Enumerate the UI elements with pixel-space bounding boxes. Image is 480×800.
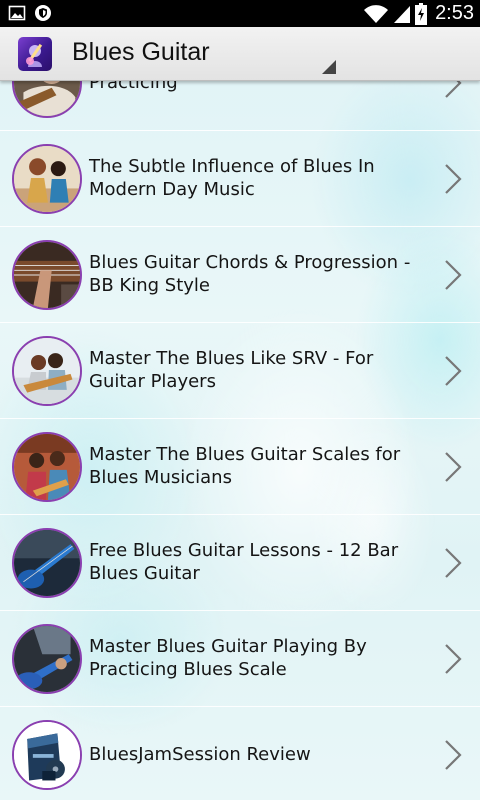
shield-icon xyxy=(35,5,51,21)
image-icon xyxy=(8,5,26,21)
list-item[interactable]: Blues Guitar Chords & Progression - BB K… xyxy=(0,227,480,323)
chevron-right-icon xyxy=(444,163,462,195)
action-bar: Blues Guitar xyxy=(0,27,480,81)
guitar-neck-thumb xyxy=(12,240,82,310)
item-title: Free Blues Guitar Lessons - 12 Bar Blues… xyxy=(89,540,399,584)
signal-icon xyxy=(394,5,411,23)
item-title: BluesJamSession Review xyxy=(89,744,311,765)
status-bar: 2:53 xyxy=(0,0,480,27)
blue-guitar-thumb xyxy=(12,528,82,598)
two-musicians-thumb xyxy=(12,144,82,214)
chevron-right-icon xyxy=(444,547,462,579)
item-title: Master Blues Guitar Playing By Practicin… xyxy=(89,636,367,680)
chevron-right-icon xyxy=(444,451,462,483)
chevron-right-icon xyxy=(444,643,462,675)
item-title: The Subtle Influence of Blues In Modern … xyxy=(89,156,375,200)
chevron-right-icon xyxy=(444,259,462,291)
friends-guitar-thumb xyxy=(12,432,82,502)
product-box-thumb xyxy=(12,720,82,790)
list-item[interactable]: BluesJamSession Review xyxy=(0,707,480,800)
couple-guitar-thumb xyxy=(12,336,82,406)
clock: 2:53 xyxy=(435,2,474,24)
article-list: Practicing The Subtle Influence of Blues… xyxy=(0,35,480,800)
item-title: Blues Guitar Chords & Progression - BB K… xyxy=(89,252,411,296)
list-item[interactable]: Master The Blues Guitar Scales for Blues… xyxy=(0,419,480,515)
list-item[interactable]: The Subtle Influence of Blues In Modern … xyxy=(0,131,480,227)
bass-player-thumb xyxy=(12,624,82,694)
wifi-icon xyxy=(364,4,389,23)
list-item[interactable]: Master The Blues Like SRV - For Guitar P… xyxy=(0,323,480,419)
app-title: Blues Guitar xyxy=(72,38,210,66)
list-item[interactable]: Master Blues Guitar Playing By Practicin… xyxy=(0,611,480,707)
item-title: Master The Blues Guitar Scales for Blues… xyxy=(89,444,401,488)
chevron-right-icon xyxy=(444,739,462,771)
battery-charging-icon xyxy=(415,2,428,25)
list-item[interactable]: Free Blues Guitar Lessons - 12 Bar Blues… xyxy=(0,515,480,611)
spinner-indicator-icon[interactable] xyxy=(322,60,336,74)
item-title: Master The Blues Like SRV - For Guitar P… xyxy=(89,348,374,392)
guitar-app-icon[interactable] xyxy=(18,37,52,71)
chevron-right-icon xyxy=(444,355,462,387)
